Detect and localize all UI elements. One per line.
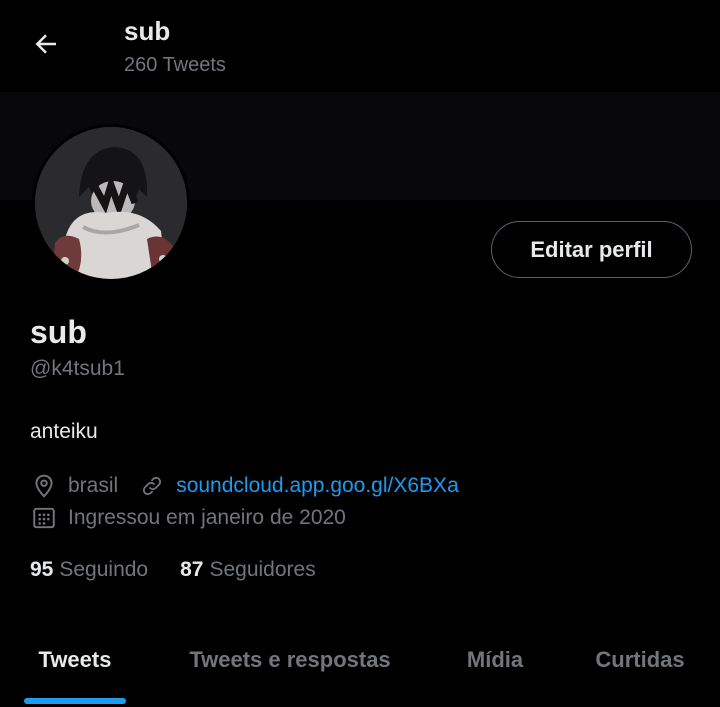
location-pin-icon — [30, 472, 58, 500]
followers-label: Seguidores — [209, 558, 316, 581]
avatar[interactable] — [32, 124, 190, 282]
following-link[interactable]: 95 Seguindo — [30, 558, 148, 582]
edit-profile-button[interactable]: Editar perfil — [491, 221, 692, 278]
arrow-left-icon — [35, 34, 56, 54]
tab-label: Mídia — [466, 647, 524, 672]
followers-count: 87 — [180, 558, 204, 581]
back-button[interactable] — [26, 24, 66, 64]
follow-stats: 95 Seguindo 87 Seguidores — [30, 556, 316, 584]
followers-link[interactable]: 87 Seguidores — [180, 558, 316, 582]
profile-header: sub 260 Tweets — [0, 0, 720, 92]
tab-label: Curtidas — [595, 647, 685, 672]
user-handle: @k4tsub1 — [30, 357, 125, 380]
link-icon — [138, 472, 166, 500]
tab-media[interactable]: Mídia — [430, 634, 560, 686]
website-link[interactable]: soundcloud.app.goo.gl/X6BXa — [176, 474, 459, 498]
tab-label: Tweets e respostas — [189, 647, 391, 672]
profile-meta-joined: Ingressou em janeiro de 2020 — [30, 503, 346, 533]
tab-likes[interactable]: Curtidas — [560, 634, 720, 686]
tab-label: Tweets — [38, 647, 112, 672]
profile-page: sub 260 Tweets Editar perfil sub @k4tsub… — [0, 0, 720, 707]
following-label: Seguindo — [59, 558, 149, 581]
tab-tweets[interactable]: Tweets — [0, 634, 150, 704]
active-tab-indicator — [24, 698, 126, 704]
bio-text: anteiku — [30, 420, 98, 443]
following-count: 95 — [30, 558, 54, 581]
display-name: sub — [30, 314, 87, 350]
calendar-icon — [30, 504, 58, 532]
header-title: sub — [124, 16, 171, 46]
tweet-count: 260 Tweets — [124, 54, 226, 76]
avatar-image — [35, 127, 187, 279]
location-text: brasil — [68, 474, 119, 497]
profile-meta-location-link: brasil soundcloud.app.goo.gl/X6BXa — [30, 471, 459, 501]
tab-tweets-and-replies[interactable]: Tweets e respostas — [150, 634, 430, 686]
profile-tabs: Tweets Tweets e respostas Mídia Curtidas — [0, 634, 720, 707]
joined-date: Ingressou em janeiro de 2020 — [68, 506, 346, 529]
